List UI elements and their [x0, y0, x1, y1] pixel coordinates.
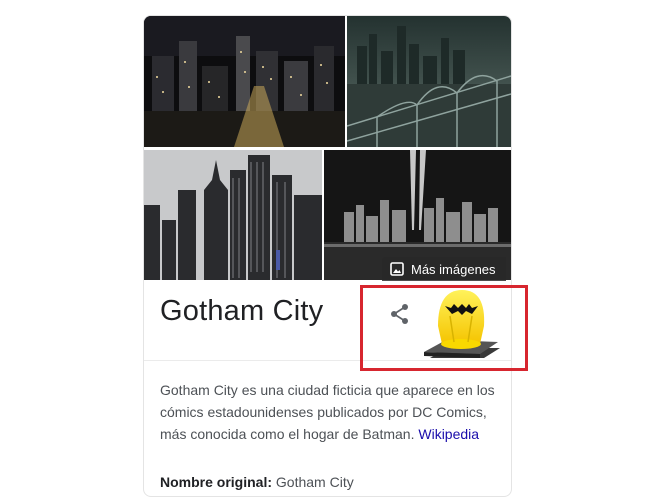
- wikipedia-link[interactable]: Wikipedia: [418, 426, 479, 442]
- bat-signal-icon[interactable]: [418, 286, 502, 366]
- gallery-image-3[interactable]: [144, 150, 322, 280]
- fact-label: Nombre original:: [160, 474, 273, 490]
- more-images-button[interactable]: Más imágenes: [382, 257, 506, 281]
- fact-row: Nombre original: Gotham City: [160, 474, 354, 490]
- more-images-label: Más imágenes: [411, 261, 496, 277]
- fact-value: Gotham City: [275, 474, 354, 490]
- gallery-image-2[interactable]: [347, 16, 511, 147]
- image-icon: [390, 262, 404, 276]
- gallery-image-1[interactable]: [144, 16, 345, 147]
- entity-title: Gotham City: [160, 295, 324, 327]
- entity-description: Gotham City es una ciudad ficticia que a…: [160, 379, 505, 445]
- knowledge-panel: Más imágenes Gotham City Gotham City es …: [143, 15, 512, 497]
